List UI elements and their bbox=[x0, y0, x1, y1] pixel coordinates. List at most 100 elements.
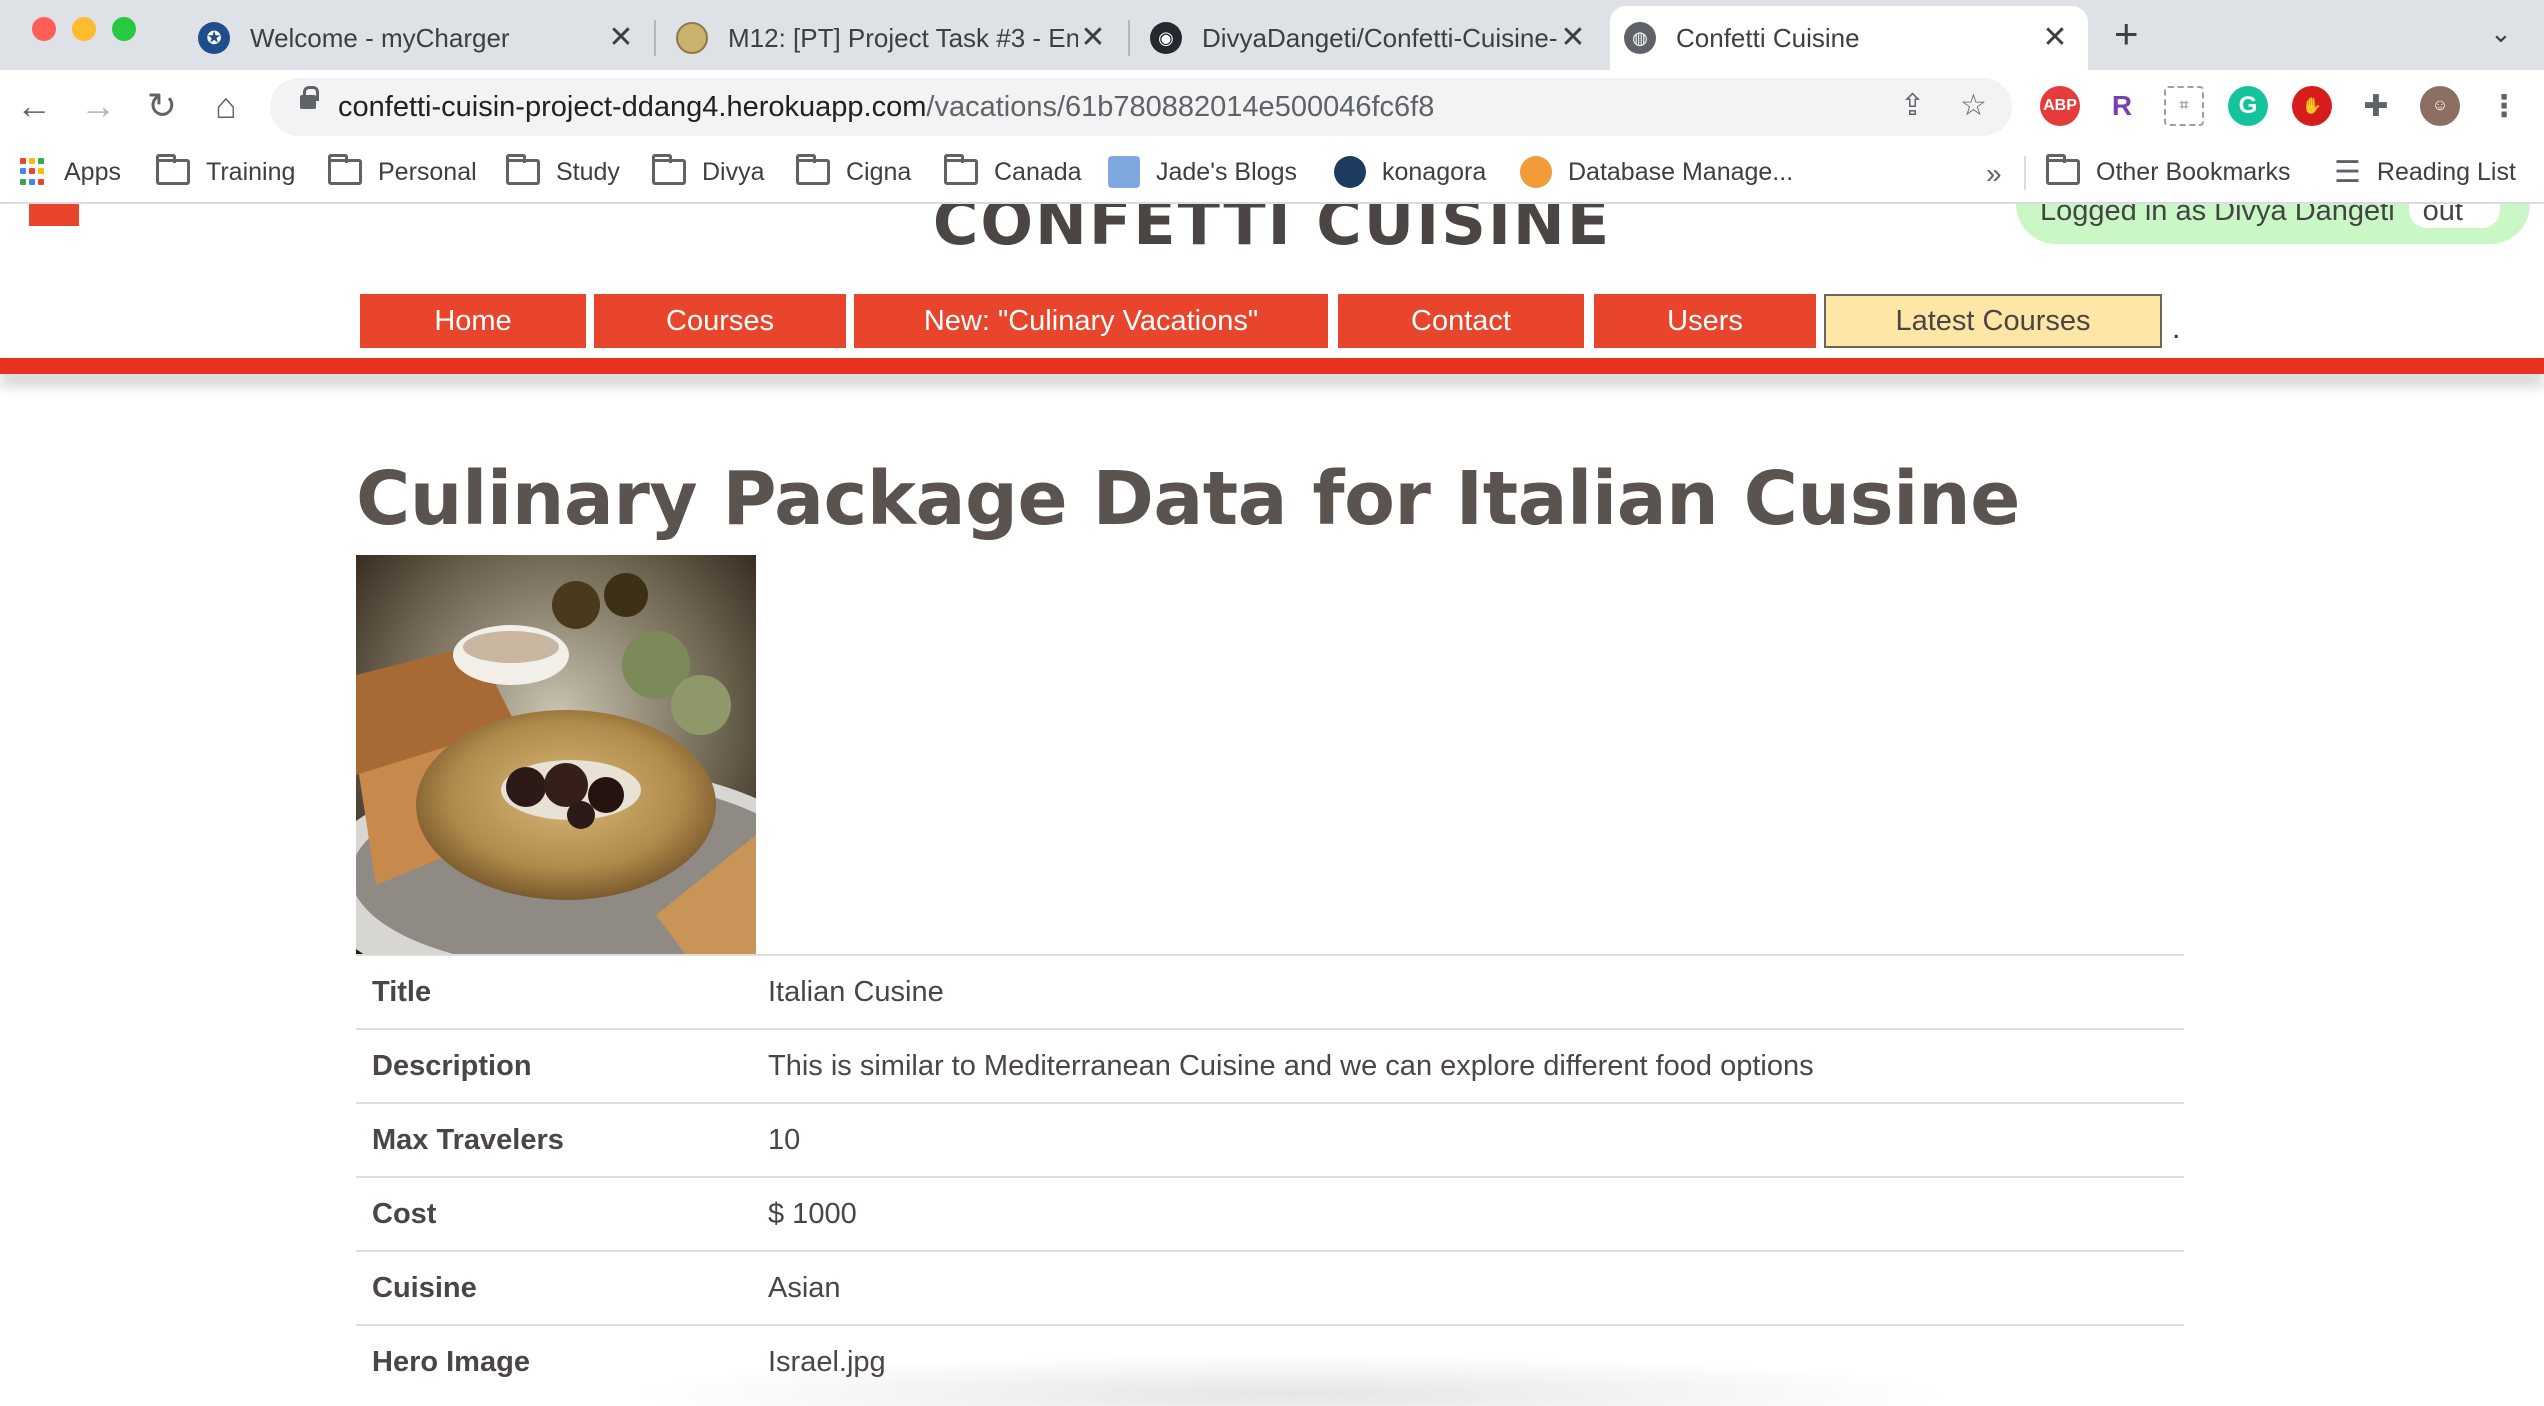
reading-list-icon: ☰ bbox=[2334, 155, 2361, 189]
konagora-icon bbox=[1334, 156, 1366, 188]
nav-courses[interactable]: Courses bbox=[594, 294, 846, 348]
url-text[interactable]: confetti-cuisin-project-ddang4.herokuapp… bbox=[338, 91, 1434, 124]
table-row: Cost $ 1000 bbox=[356, 1176, 2184, 1251]
detail-value: Asian bbox=[768, 1250, 2184, 1325]
home-icon[interactable]: ⌂ bbox=[202, 82, 250, 130]
bookmark-study[interactable]: Study bbox=[506, 152, 620, 192]
reload-icon[interactable]: ↻ bbox=[138, 82, 186, 130]
hummus-plate-image bbox=[356, 555, 756, 955]
bookmark-label: Study bbox=[556, 157, 620, 186]
table-row: Title Italian Cusine bbox=[356, 954, 2184, 1029]
mycharger-icon: ✪ bbox=[198, 22, 230, 54]
lock-icon[interactable] bbox=[300, 86, 319, 109]
bookmark-canada[interactable]: Canada bbox=[944, 152, 1082, 192]
window-minimize-button[interactable] bbox=[72, 17, 96, 41]
folder-icon bbox=[652, 154, 686, 185]
close-icon[interactable]: ✕ bbox=[2040, 23, 2070, 53]
browser-menu-icon[interactable]: ⋮ bbox=[2484, 86, 2524, 126]
table-row: Cuisine Asian bbox=[356, 1250, 2184, 1325]
globe-icon: ◍ bbox=[1624, 22, 1656, 54]
bookmark-training[interactable]: Training bbox=[156, 152, 295, 192]
nav-users[interactable]: Users bbox=[1594, 294, 1816, 348]
url-host: confetti-cuisin-project-ddang4.herokuapp… bbox=[338, 91, 927, 123]
tab-separator bbox=[654, 20, 656, 56]
window-close-button[interactable] bbox=[32, 17, 56, 41]
tab-search-chevron-icon[interactable]: ⌄ bbox=[2490, 18, 2512, 49]
browser-tab-mycharger[interactable]: ✪ Welcome - myCharger ✕ bbox=[184, 6, 654, 70]
bookmark-divya[interactable]: Divya bbox=[652, 152, 765, 192]
table-row: Max Travelers 10 bbox=[356, 1102, 2184, 1177]
ublock-icon[interactable]: ✋ bbox=[2292, 86, 2332, 126]
profile-avatar[interactable]: ☺ bbox=[2420, 86, 2460, 126]
bookmarks-divider bbox=[2024, 156, 2026, 190]
share-icon[interactable]: ⇪ bbox=[1900, 88, 1925, 123]
forward-arrow-icon[interactable]: → bbox=[74, 82, 122, 130]
bookmark-apps[interactable]: Apps bbox=[20, 152, 121, 192]
nav-home[interactable]: Home bbox=[360, 294, 586, 348]
bookmark-cigna[interactable]: Cigna bbox=[796, 152, 911, 192]
url-path: /vacations/61b780882014e500046fc6f8 bbox=[926, 91, 1435, 123]
detail-value: This is similar to Mediterranean Cuisine… bbox=[768, 1028, 2184, 1103]
bookmarks-overflow-icon[interactable]: » bbox=[1986, 158, 2002, 190]
bookmark-label: Personal bbox=[378, 157, 477, 186]
bookmark-star-icon[interactable]: ☆ bbox=[1960, 88, 1987, 123]
university-seal-icon bbox=[676, 22, 708, 54]
browser-tab-confetti-cuisine[interactable]: ◍ Confetti Cuisine ✕ bbox=[1610, 6, 2088, 70]
reading-list-button[interactable]: ☰ Reading List bbox=[2334, 152, 2516, 192]
folder-icon bbox=[506, 154, 540, 185]
table-row: Description This is similar to Mediterra… bbox=[356, 1028, 2184, 1103]
close-icon[interactable]: ✕ bbox=[606, 23, 636, 53]
bookmark-other-bookmarks[interactable]: Other Bookmarks bbox=[2046, 152, 2291, 192]
browser-tab-project-task[interactable]: M12: [PT] Project Task #3 - En ✕ bbox=[662, 6, 1126, 70]
page-heading: Culinary Package Data for Italian Cusine bbox=[356, 456, 2020, 542]
window-zoom-button[interactable] bbox=[112, 17, 136, 41]
adblock-plus-icon[interactable]: ABP bbox=[2040, 86, 2080, 126]
blog-icon bbox=[1108, 156, 1140, 188]
scroll-shadow bbox=[620, 1354, 1960, 1406]
bookmark-label: Other Bookmarks bbox=[2096, 157, 2291, 186]
bookmark-konagora[interactable]: konagora bbox=[1334, 152, 1486, 192]
bookmark-database-manage[interactable]: Database Manage... bbox=[1520, 152, 1793, 192]
bookmarks-bar: Apps Training Personal Study Divya Cigna… bbox=[0, 144, 2544, 204]
login-text: Logged in as Divya Dangeti bbox=[2040, 204, 2395, 227]
tab-title: Welcome - myCharger bbox=[250, 22, 510, 53]
nav-trailing-dot: . bbox=[2172, 312, 2181, 345]
bookmark-label: Jade's Blogs bbox=[1156, 157, 1297, 186]
nav-culinary-vacations[interactable]: New: "Culinary Vacations" bbox=[854, 294, 1328, 348]
nav-latest-courses[interactable]: Latest Courses bbox=[1824, 294, 2162, 348]
bookmark-label: Canada bbox=[994, 157, 1082, 186]
bookmark-label: Training bbox=[206, 157, 296, 186]
logout-button[interactable]: Log out bbox=[2408, 204, 2500, 228]
detail-label: Cost bbox=[356, 1176, 768, 1251]
browser-toolbar: ← → ↻ ⌂ confetti-cuisin-project-ddang4.h… bbox=[0, 70, 2544, 144]
close-icon[interactable]: ✕ bbox=[1078, 23, 1108, 53]
extensions-puzzle-icon[interactable]: ✚ bbox=[2356, 86, 2396, 126]
detail-value: 10 bbox=[768, 1102, 2184, 1177]
folder-icon bbox=[328, 154, 362, 185]
capture-extension-icon[interactable]: ⌗ bbox=[2164, 86, 2204, 126]
hero-image bbox=[356, 555, 756, 955]
back-arrow-icon[interactable]: ← bbox=[10, 82, 58, 130]
browser-tab-strip: ✪ Welcome - myCharger ✕ M12: [PT] Projec… bbox=[0, 0, 2544, 70]
bookmark-label: Database Manage... bbox=[1568, 157, 1794, 186]
tab-title: M12: [PT] Project Task #3 - En bbox=[728, 22, 1078, 53]
address-bar[interactable]: confetti-cuisin-project-ddang4.herokuapp… bbox=[270, 78, 2012, 136]
detail-label: Title bbox=[356, 954, 768, 1029]
browser-tab-github[interactable]: ◉ DivyaDangeti/Confetti-Cuisine- ✕ bbox=[1136, 6, 1606, 70]
folder-icon bbox=[2046, 154, 2080, 185]
grammarly-icon[interactable]: G bbox=[2228, 86, 2268, 126]
r-extension-icon[interactable]: R bbox=[2102, 86, 2142, 126]
bookmark-label: Divya bbox=[702, 157, 765, 186]
nav-contact[interactable]: Contact bbox=[1338, 294, 1584, 348]
detail-label: Cuisine bbox=[356, 1250, 768, 1325]
header-divider-bar bbox=[0, 358, 2544, 374]
detail-label: Description bbox=[356, 1028, 768, 1103]
tab-title: Confetti Cuisine bbox=[1676, 22, 1860, 53]
new-tab-button[interactable]: + bbox=[2114, 13, 2139, 55]
database-icon bbox=[1520, 156, 1552, 188]
github-icon: ◉ bbox=[1150, 22, 1182, 54]
login-status: Logged in as Divya Dangeti Log out bbox=[2016, 204, 2530, 244]
bookmark-personal[interactable]: Personal bbox=[328, 152, 477, 192]
bookmark-jades-blogs[interactable]: Jade's Blogs bbox=[1108, 152, 1297, 192]
close-icon[interactable]: ✕ bbox=[1558, 23, 1588, 53]
